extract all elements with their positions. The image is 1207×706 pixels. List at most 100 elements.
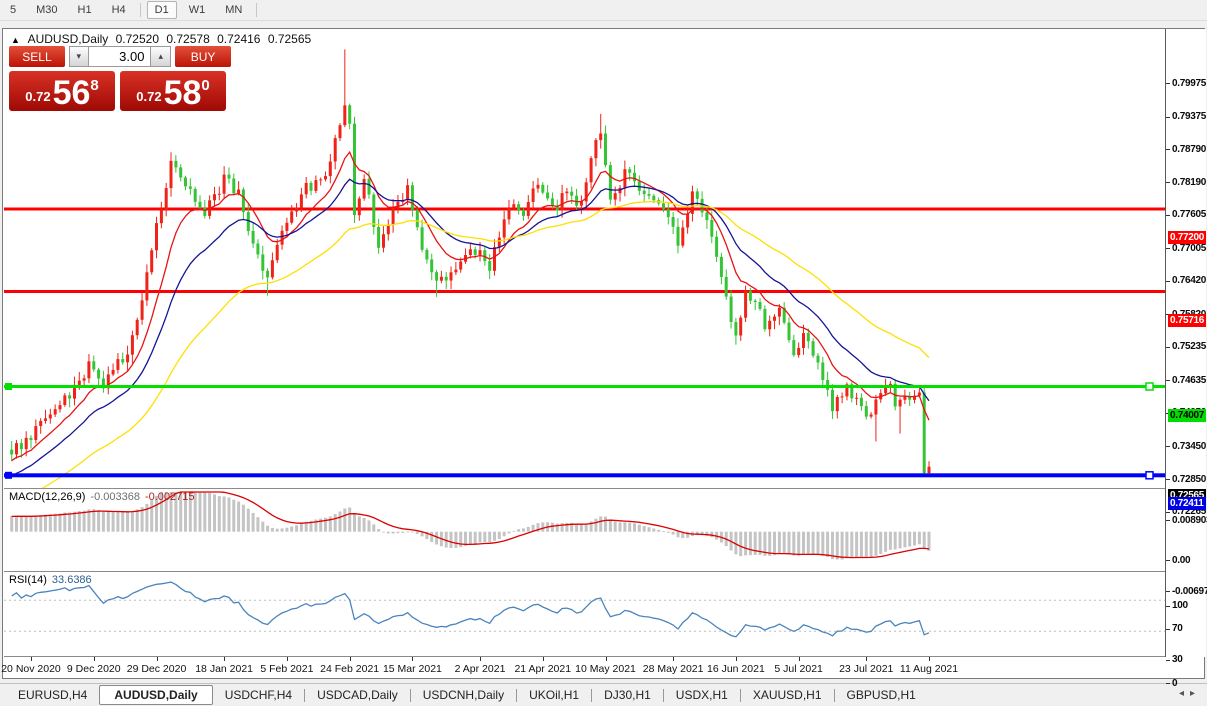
volume-increase-button[interactable]: ▴	[151, 46, 171, 67]
candle-body	[10, 450, 13, 455]
candle-body	[749, 291, 752, 301]
candle-body	[705, 213, 708, 221]
chart-tab-usdcnh-daily[interactable]: USDCNH,Daily	[411, 686, 516, 704]
candle-body	[319, 179, 322, 180]
sell-button[interactable]: SELL	[9, 46, 65, 67]
candle-body	[459, 262, 462, 270]
chart-tab-dj30-h1[interactable]: DJ30,H1	[592, 686, 663, 704]
date-tick	[224, 657, 225, 661]
candle-body	[87, 361, 90, 378]
axis-tick-label: 0.78790	[1172, 144, 1206, 155]
tab-scroll-left-icon[interactable]: ◂	[1179, 688, 1190, 699]
chart-tab-eurusd-h4[interactable]: EURUSD,H4	[6, 686, 99, 704]
collapse-trade-panel-icon[interactable]: ▲	[11, 35, 20, 45]
macd-histogram-bar	[339, 512, 342, 532]
axis-tick-label: 70	[1172, 623, 1183, 634]
candle-body	[734, 322, 737, 335]
date-axis[interactable]: 20 Nov 20209 Dec 202029 Dec 202018 Jan 2…	[4, 657, 1165, 678]
macd-histogram-bar	[387, 532, 390, 534]
candle-body	[310, 183, 313, 191]
candle-body	[512, 204, 515, 208]
macd-histogram-bar	[281, 528, 284, 531]
macd-histogram-bar	[657, 530, 660, 532]
timeframe-button-H1[interactable]: H1	[70, 1, 100, 19]
candle-body	[440, 277, 443, 281]
candle-body	[261, 254, 264, 270]
timeframe-button-MN[interactable]: MN	[217, 1, 250, 19]
axis-tick-label: 0.78190	[1172, 177, 1206, 188]
macd-histogram-bar	[831, 532, 834, 559]
macd-histogram-bar	[266, 526, 269, 532]
timeframe-button-5[interactable]: 5	[2, 1, 24, 19]
timeframe-button-M30[interactable]: M30	[28, 1, 65, 19]
volume-decrease-button[interactable]: ▾	[69, 46, 89, 67]
axis-tick-label: 0.77605	[1172, 209, 1206, 220]
rsi-pane[interactable]	[4, 573, 1165, 656]
candle-body	[20, 443, 23, 449]
macd-histogram-bar	[667, 532, 670, 533]
axis-tick-label: -0.00697	[1172, 586, 1207, 597]
horizontal-line[interactable]	[4, 290, 1165, 293]
macd-histogram-bar	[83, 511, 86, 532]
macd-histogram-bar	[271, 528, 274, 532]
timeframe-button-D1[interactable]: D1	[147, 1, 177, 19]
candle-body	[792, 340, 795, 355]
buy-quote-button[interactable]: 0.72 58 0	[120, 71, 226, 111]
candle-body	[116, 359, 119, 370]
macd-histogram-bar	[903, 532, 906, 548]
candle-body	[194, 189, 197, 202]
candle-body	[126, 355, 129, 363]
chart-tab-ukoil-h1[interactable]: UKOil,H1	[517, 686, 591, 704]
volume-input[interactable]: 3.00	[89, 46, 152, 67]
chart-tab-gbpusd-h1[interactable]: GBPUSD,H1	[835, 686, 928, 704]
chart-tab-usdchf-h4[interactable]: USDCHF,H4	[213, 686, 304, 704]
candle-body	[652, 196, 655, 200]
rsi-indicator-label: RSI(14)33.6386	[9, 574, 92, 586]
buy-button[interactable]: BUY	[175, 46, 231, 67]
macd-histogram-bar	[334, 514, 337, 532]
candle-body	[575, 196, 578, 206]
candle-body	[648, 194, 651, 196]
line-handle[interactable]	[1146, 472, 1153, 479]
horizontal-line[interactable]	[4, 473, 1165, 477]
macd-histogram-bar	[498, 532, 501, 539]
medium-ma-line	[12, 179, 929, 476]
macd-histogram-bar	[556, 524, 559, 532]
chart-tab-xauusd-h1[interactable]: XAUUSD,H1	[741, 686, 834, 704]
macd-histogram-bar	[614, 521, 617, 532]
date-tick	[606, 657, 607, 661]
line-handle[interactable]	[5, 383, 12, 390]
candle-body	[425, 250, 428, 260]
candle-body	[551, 198, 554, 205]
chart-tab-audusd-daily[interactable]: AUDUSD,Daily	[99, 685, 212, 705]
candle-body	[923, 393, 926, 474]
macd-histogram-bar	[228, 498, 231, 532]
macd-histogram-bar	[479, 532, 482, 543]
candle-body	[643, 191, 646, 194]
candle-body	[25, 438, 28, 449]
date-tick	[157, 657, 158, 661]
macd-histogram-bar	[30, 516, 33, 531]
candle-body	[855, 398, 858, 399]
timeframe-button-W1[interactable]: W1	[181, 1, 214, 19]
line-handle[interactable]	[5, 472, 12, 479]
chart-tab-usdcad-daily[interactable]: USDCAD,Daily	[305, 686, 410, 704]
line-handle[interactable]	[1146, 383, 1153, 390]
candle-body	[377, 227, 380, 248]
price-axis[interactable]: 0.799750.793750.787900.781900.776050.770…	[1165, 29, 1206, 657]
timeframe-button-H4[interactable]: H4	[104, 1, 134, 19]
macd-histogram-bar	[623, 522, 626, 531]
sell-quote-button[interactable]: 0.72 56 8	[9, 71, 115, 111]
chart-tab-usdx-h1[interactable]: USDX,H1	[664, 686, 740, 704]
candle-body	[285, 223, 288, 231]
date-tick	[350, 657, 351, 661]
macd-histogram-bar	[797, 532, 800, 556]
macd-histogram-bar	[454, 532, 457, 548]
rsi-value: 33.6386	[52, 574, 92, 586]
candle-body	[165, 188, 168, 211]
horizontal-line[interactable]	[4, 385, 1165, 388]
sell-price-main: 56	[53, 78, 91, 108]
date-label: 11 Aug 2021	[884, 663, 974, 675]
tab-scroll-right-icon[interactable]: ▸	[1190, 688, 1201, 699]
symbol-name: AUDUSD,Daily	[28, 32, 109, 46]
